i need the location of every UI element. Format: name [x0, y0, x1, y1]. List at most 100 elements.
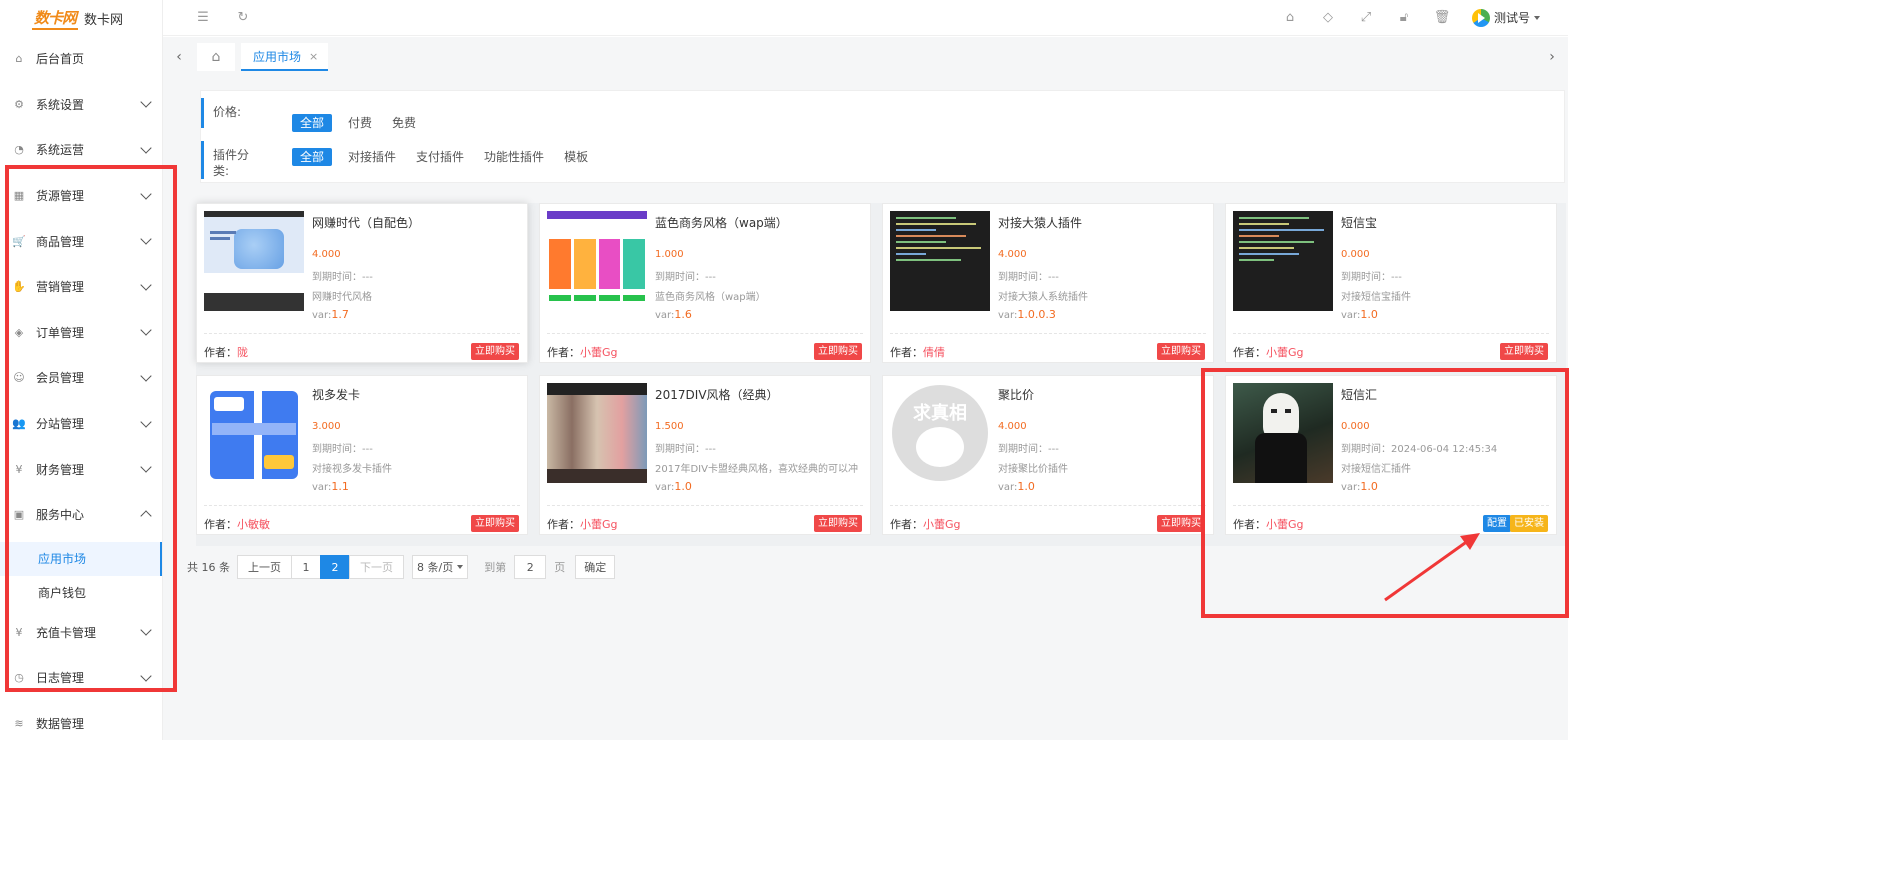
tab-close-icon[interactable]: × [309, 50, 318, 63]
buy-now-button[interactable]: 立即购买 [1157, 515, 1205, 532]
menu-collapse-icon[interactable]: ☰ [195, 10, 211, 26]
price-option[interactable]: 付费 [344, 114, 376, 132]
sidebar-item[interactable]: ◔ 系统运营 [0, 127, 162, 173]
version-label: var: [655, 482, 675, 493]
sidebar-item[interactable]: ¥ 充值卡管理 [0, 610, 162, 656]
tab-scroll-left-icon[interactable]: ‹ [163, 37, 195, 77]
sidebar-item[interactable]: ¥ 财务管理 [0, 446, 162, 492]
sidebar-item[interactable]: ◈ 订单管理 [0, 310, 162, 356]
chevron-down-icon [140, 415, 152, 428]
sidebar-item[interactable]: ⌂ 后台首页 [0, 36, 162, 82]
operation-icon: ◔ [14, 143, 24, 157]
category-option[interactable]: 支付插件 [412, 148, 468, 166]
card-divider [547, 333, 863, 334]
plugin-price: 4.000 [998, 249, 1027, 260]
category-option[interactable]: 模板 [560, 148, 592, 166]
fullscreen-icon[interactable]: ⤢ [1358, 10, 1374, 26]
version-value: 1.1 [331, 480, 349, 493]
version-value: 1.7 [331, 308, 349, 321]
sidebar-item[interactable]: ≋ 数据管理 [0, 701, 162, 740]
refresh-icon[interactable]: ↻ [235, 10, 251, 26]
yen-icon: ¥ [15, 462, 23, 476]
plugin-title[interactable]: 蓝色商务风格（wap端） [655, 214, 788, 231]
expire-label: 到期时间： [1341, 444, 1391, 455]
category-option[interactable]: 对接插件 [344, 148, 400, 166]
plugin-card[interactable]: 求真相 聚比价 4.000 到期时间：--- 对接聚比价插件 var:1.0 作者：小蕾Gg… [882, 375, 1214, 535]
plugin-card[interactable]: 短信宝 0.000 到期时间：--- 对接短信宝插件 var:1.0 作者：小蕾Gg 立即购… [1225, 203, 1557, 363]
next-page-button[interactable]: 下一页 [349, 555, 404, 579]
plugin-card[interactable]: 视多发卡 3.000 到期时间：--- 对接视多发卡插件 var:1.1 作者：小敏敏 立即… [196, 375, 528, 535]
plugin-title[interactable]: 网赚时代（自配色） [312, 214, 420, 231]
category-option[interactable]: 功能性插件 [480, 148, 548, 166]
buy-now-button[interactable]: 立即购买 [1157, 343, 1205, 360]
installed-badge[interactable]: 已安装 [1510, 515, 1548, 532]
member-icon: ☺ [13, 371, 25, 385]
sidebar-item[interactable]: ▣ 服务中心 [0, 492, 162, 538]
expire-label: 到期时间： [312, 444, 362, 455]
price-option[interactable]: 全部 [292, 114, 333, 132]
plugin-title[interactable]: 短信宝 [1341, 214, 1377, 231]
plugin-title[interactable]: 聚比价 [998, 386, 1034, 403]
plugin-price: 1.000 [655, 249, 684, 260]
sidebar-subitem[interactable]: 商户钱包 [0, 576, 162, 610]
buy-now-button[interactable]: 立即购买 [814, 343, 862, 360]
tab-label: 应用市场 [253, 49, 302, 64]
plugin-title[interactable]: 短信汇 [1341, 386, 1377, 403]
version-value: 1.0 [1360, 308, 1378, 321]
plugin-title[interactable]: 视多发卡 [312, 386, 360, 403]
page-size-select[interactable]: 8 条/页 [412, 555, 469, 579]
tag-icon[interactable]: ◇ [1320, 10, 1336, 26]
plugin-title[interactable]: 对接大猿人插件 [998, 214, 1082, 231]
version-value: 1.0 [1017, 480, 1035, 493]
version-label: var: [1341, 310, 1361, 321]
version-label: var: [998, 482, 1018, 493]
plugin-description: 对接视多发卡插件 [312, 464, 392, 475]
home-icon[interactable]: ⌂ [1282, 10, 1298, 26]
goto-confirm-button[interactable]: 确定 [575, 555, 616, 579]
plugin-card[interactable]: 2017DIV风格（经典） 1.500 到期时间：--- 2017年DIV卡盟经典风格… [539, 375, 871, 535]
service-icon: ▣ [13, 508, 25, 522]
grid-icon: ▦ [13, 189, 25, 203]
plugin-card[interactable]: 短信汇 0.000 到期时间：2024-06-04 12:45:34 对接短信汇插件 v… [1225, 375, 1557, 535]
plugin-description: 蓝色商务风格（wap端） [655, 292, 766, 303]
buy-now-button[interactable]: 立即购买 [471, 343, 519, 360]
chevron-down-icon [140, 670, 152, 682]
sidebar-item[interactable]: ⚙ 系统设置 [0, 82, 162, 128]
buy-now-button[interactable]: 立即购买 [471, 515, 519, 532]
sidebar-item-label: 营销管理 [36, 280, 85, 295]
user-name: 测试号 [1493, 11, 1530, 25]
plugin-thumbnail [1233, 383, 1333, 483]
user-menu[interactable]: 测试号 [1471, 8, 1540, 27]
page-size-value: 8 条/页 [417, 561, 454, 574]
trash-icon[interactable]: 🗑︎ [1434, 10, 1451, 26]
sidebar-item[interactable]: ✋ 营销管理 [0, 264, 162, 310]
plugin-card[interactable]: 对接大猿人插件 4.000 到期时间：--- 对接大猿人系统插件 var:1.0.0.3… [882, 203, 1214, 363]
lock-icon[interactable]: 🔓︎ [1396, 10, 1412, 26]
plugin-thumbnail: 求真相 [890, 383, 990, 483]
tab-home-icon[interactable]: ⌂ [197, 43, 235, 71]
tab-app-market[interactable]: 应用市场 × [241, 43, 329, 71]
page-button-current[interactable]: 2 [320, 555, 350, 579]
plugin-card[interactable]: 蓝色商务风格（wap端） 1.000 到期时间：--- 蓝色商务风格（wap端） var… [539, 203, 871, 363]
sidebar-item-label: 充值卡管理 [36, 625, 97, 640]
buy-now-button[interactable]: 立即购买 [1500, 343, 1548, 360]
sidebar-subitem[interactable]: 应用市场 [0, 541, 162, 576]
sidebar-item[interactable]: ◷ 日志管理 [0, 655, 162, 701]
plugin-grid: 网赚时代（自配色） 4.000 到期时间：--- 网赚时代风格 var:1.7 作者：陇立… [196, 203, 1566, 546]
prev-page-button[interactable]: 上一页 [237, 555, 292, 579]
plugin-title[interactable]: 2017DIV风格（经典） [655, 386, 779, 403]
sidebar-item[interactable]: ▦ 货源管理 [0, 173, 162, 219]
sidebar-item[interactable]: ☺ 会员管理 [0, 355, 162, 401]
plugin-price: 4.000 [998, 421, 1027, 432]
plugin-author: 作者：小蕾Gg [1233, 344, 1304, 360]
page-button[interactable]: 1 [291, 555, 321, 579]
plugin-card[interactable]: 网赚时代（自配色） 4.000 到期时间：--- 网赚时代风格 var:1.7 作者：陇 立… [196, 203, 528, 363]
tab-scroll-right-icon[interactable]: › [1536, 37, 1568, 77]
sidebar-item[interactable]: 🛒 商品管理 [0, 218, 162, 264]
price-option[interactable]: 免费 [388, 114, 420, 132]
config-button[interactable]: 配置 [1483, 515, 1511, 532]
sidebar-item[interactable]: 👥 分站管理 [0, 401, 162, 447]
goto-page-input[interactable]: 2 [514, 555, 547, 579]
buy-now-button[interactable]: 立即购买 [814, 515, 862, 532]
category-option[interactable]: 全部 [292, 148, 333, 166]
